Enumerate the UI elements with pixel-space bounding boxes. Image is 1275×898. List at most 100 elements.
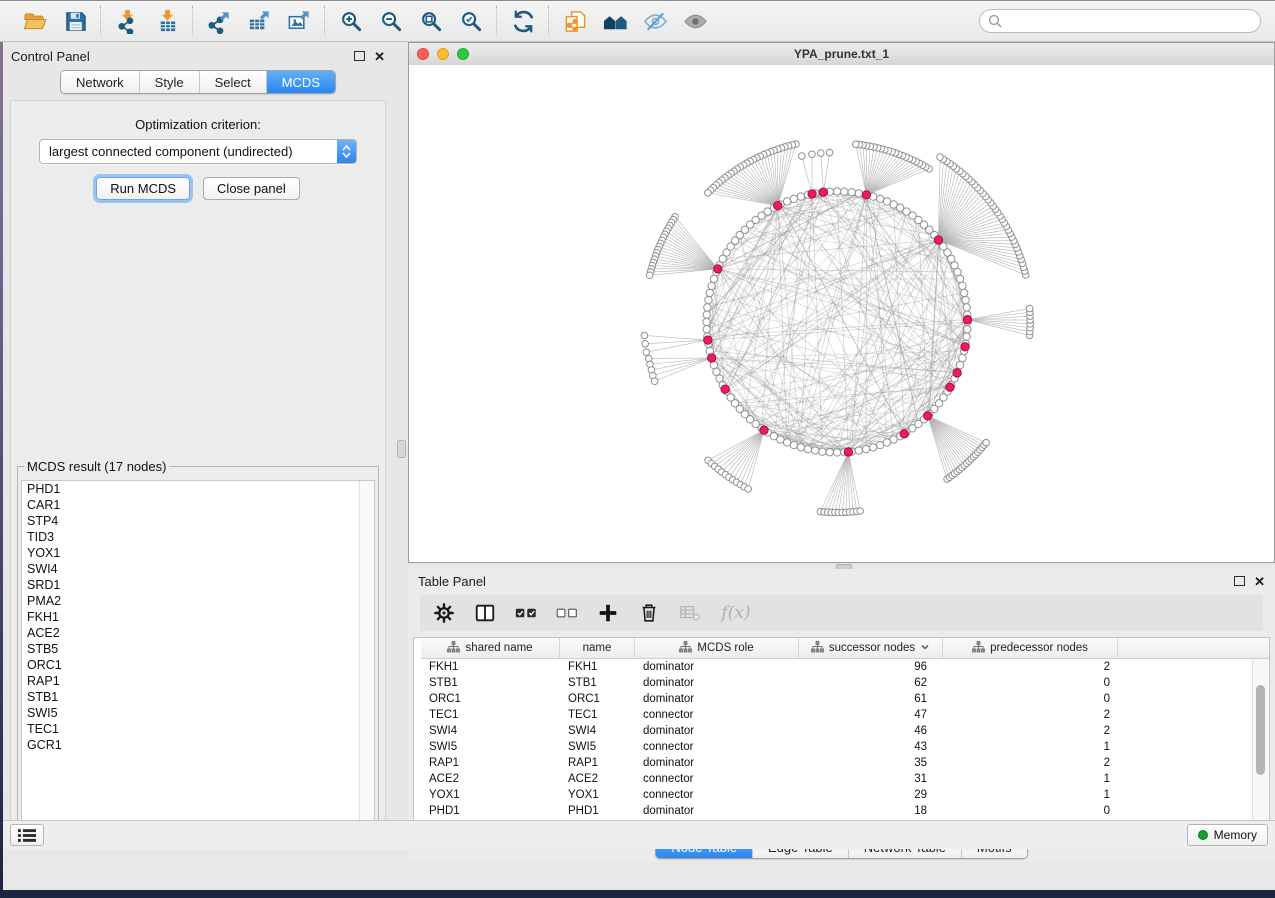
cell-predecessor-nodes: 2	[943, 725, 1118, 737]
column-header-shared-name[interactable]: shared name	[421, 638, 560, 658]
table-row[interactable]: YOX1YOX1connector291	[421, 787, 1269, 803]
table-row[interactable]: FKH1FKH1dominator962	[421, 659, 1269, 675]
save-session-icon[interactable]	[62, 8, 88, 34]
open-file-icon[interactable]	[22, 8, 48, 34]
task-list-icon	[18, 828, 36, 843]
export-image-icon[interactable]	[286, 8, 312, 34]
memory-button[interactable]: Memory	[1187, 824, 1268, 846]
mcds-node-item[interactable]: ORC1	[22, 657, 374, 673]
zoom-fit-icon[interactable]	[418, 8, 444, 34]
table-panel-title: Table Panel	[418, 574, 486, 589]
cell-successor-nodes: 46	[799, 725, 943, 737]
table-row[interactable]: RAP1RAP1dominator352	[421, 755, 1269, 771]
select-all-icon[interactable]	[514, 601, 538, 625]
mcds-node-item[interactable]: SRD1	[22, 577, 374, 593]
cell-MCDS-role: connector	[635, 741, 799, 753]
mcds-node-item[interactable]: STB1	[22, 689, 374, 705]
splitter-handle[interactable]	[397, 440, 406, 458]
column-header-MCDS-role[interactable]: MCDS role	[635, 638, 799, 658]
cell-successor-nodes: 62	[799, 677, 943, 689]
search-input[interactable]	[979, 9, 1261, 33]
mcds-node-item[interactable]: RAP1	[22, 673, 374, 689]
mcds-node-item[interactable]: CAR1	[22, 497, 374, 513]
mcds-node-item[interactable]: ACE2	[22, 625, 374, 641]
tab-mcds[interactable]: MCDS	[266, 71, 335, 93]
close-panel-icon[interactable]: ✕	[1254, 575, 1265, 588]
tab-network[interactable]: Network	[61, 71, 139, 93]
zoom-selected-icon[interactable]	[458, 8, 484, 34]
delete-row-icon[interactable]	[637, 601, 661, 625]
settings-icon[interactable]	[432, 601, 456, 625]
mcds-node-item[interactable]: YOX1	[22, 545, 374, 561]
column-header-name[interactable]: name	[560, 638, 635, 658]
cell-name: FKH1	[560, 661, 635, 673]
cell-name: ORC1	[560, 693, 635, 705]
shared-column-icon	[972, 641, 985, 656]
column-header-successor-nodes[interactable]: successor nodes	[799, 638, 943, 658]
scrollbar-thumb[interactable]	[1256, 685, 1265, 775]
network-graph[interactable]	[409, 65, 1274, 562]
table-scrollbar[interactable]	[1252, 659, 1268, 832]
mcds-node-item[interactable]: STP4	[22, 513, 374, 529]
mcds-result-list[interactable]: PHD1CAR1STP4TID3YOX1SWI4SRD1PMA2FKH1ACE2…	[21, 480, 375, 838]
network-window-titlebar[interactable]: YPA_prune.txt_1	[409, 43, 1274, 66]
table-row[interactable]: SWI4SWI4dominator462	[421, 723, 1269, 739]
close-panel-icon[interactable]: ✕	[374, 50, 385, 63]
table-row[interactable]: SWI5SWI5connector431	[421, 739, 1269, 755]
mcds-node-item[interactable]: STB5	[22, 641, 374, 657]
criterion-select[interactable]: largest connected component (undirected)	[39, 139, 357, 164]
mcds-node-item[interactable]: TEC1	[22, 721, 374, 737]
export-network-icon[interactable]	[206, 8, 232, 34]
control-panel-title: Control Panel	[11, 49, 90, 64]
mcds-list-scrollbar[interactable]	[359, 481, 374, 837]
float-panel-icon[interactable]	[1234, 576, 1245, 586]
table-row[interactable]: PHD1PHD1dominator180	[421, 803, 1269, 819]
zoom-in-icon[interactable]	[338, 8, 364, 34]
task-history-button[interactable]	[10, 824, 44, 846]
cell-name: PHD1	[560, 805, 635, 817]
refresh-network-icon[interactable]	[510, 8, 536, 34]
import-network-icon[interactable]	[114, 8, 140, 34]
deselect-all-icon[interactable]	[555, 601, 579, 625]
show-columns-icon[interactable]	[473, 601, 497, 625]
run-mcds-button[interactable]: Run MCDS	[96, 177, 190, 200]
memory-label: Memory	[1214, 828, 1257, 842]
control-panel: Control Panel ✕ NetworkStyleSelectMCDS O…	[3, 42, 393, 862]
mcds-node-item[interactable]: PHD1	[22, 481, 374, 497]
export-table-icon[interactable]	[246, 8, 272, 34]
mcds-node-item[interactable]: SWI4	[22, 561, 374, 577]
network-canvas[interactable]	[409, 65, 1274, 562]
tab-select[interactable]: Select	[199, 71, 266, 93]
show-all-icon[interactable]	[682, 8, 708, 34]
cell-name: SWI5	[560, 741, 635, 753]
close-panel-button[interactable]: Close panel	[203, 177, 300, 200]
cytoscape-window: Control Panel ✕ NetworkStyleSelectMCDS O…	[3, 0, 1275, 890]
table-row[interactable]: TEC1TEC1connector472	[421, 707, 1269, 723]
add-row-icon[interactable]	[596, 601, 620, 625]
copy-style-icon[interactable]	[562, 8, 588, 34]
shared-column-icon	[811, 641, 824, 656]
cell-MCDS-role: dominator	[635, 693, 799, 705]
mcds-node-item[interactable]: SWI5	[22, 705, 374, 721]
cell-shared-name: STB1	[421, 677, 560, 689]
cell-name: ACE2	[560, 773, 635, 785]
mcds-node-item[interactable]: TID3	[22, 529, 374, 545]
mcds-node-item[interactable]: FKH1	[22, 609, 374, 625]
node-table: shared namenameMCDS rolesuccessor nodesp…	[413, 637, 1270, 834]
cell-predecessor-nodes: 0	[943, 693, 1118, 705]
table-row[interactable]: ACE2ACE2connector311	[421, 771, 1269, 787]
cell-shared-name: ORC1	[421, 693, 560, 705]
network-view-frame: YPA_prune.txt_1	[408, 42, 1275, 563]
table-row[interactable]: ORC1ORC1dominator610	[421, 691, 1269, 707]
mcds-node-item[interactable]: PMA2	[22, 593, 374, 609]
column-header-predecessor-nodes[interactable]: predecessor nodes	[943, 638, 1118, 658]
vertical-splitter[interactable]	[393, 42, 408, 862]
tab-style[interactable]: Style	[139, 71, 199, 93]
first-neighbors-icon[interactable]	[602, 8, 628, 34]
zoom-out-icon[interactable]	[378, 8, 404, 34]
mcds-node-item[interactable]: GCR1	[22, 737, 374, 753]
table-row[interactable]: STB1STB1dominator620	[421, 675, 1269, 691]
float-panel-icon[interactable]	[354, 51, 365, 61]
hide-selected-icon[interactable]	[642, 8, 668, 34]
import-table-icon[interactable]	[154, 8, 180, 34]
